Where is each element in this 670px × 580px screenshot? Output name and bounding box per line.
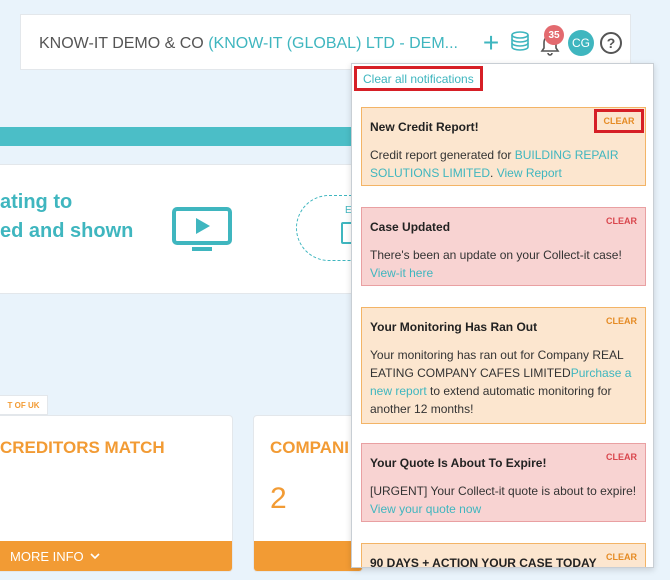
creditors-match-card: CREDITORS MATCH MORE INFO: [0, 415, 233, 572]
hero-text-line-1: ating to: [0, 191, 73, 213]
company-name-prefix: KNOW-IT DEMO & CO: [39, 35, 209, 52]
notification-count-badge: 35: [544, 25, 564, 45]
notification-item: CLEAR Case Updated There's been an updat…: [361, 207, 646, 286]
companies-card: COMPANI 2: [253, 415, 363, 572]
notification-title: Your Quote Is About To Expire!: [370, 456, 547, 470]
clear-notification-button[interactable]: CLEAR: [594, 109, 644, 133]
hero-text-line-2: ed and shown: [0, 220, 134, 242]
notification-text: .: [490, 166, 497, 180]
clear-notification-button[interactable]: CLEAR: [606, 552, 637, 562]
clear-all-notifications-link[interactable]: Clear all notifications: [354, 66, 483, 91]
header-actions: + 35 CG ?: [480, 25, 622, 59]
company-name-group: (KNOW-IT (GLOBAL) LTD - DEM...: [208, 35, 458, 52]
clear-notification-button[interactable]: CLEAR: [606, 216, 637, 226]
card-value: 2: [270, 482, 287, 515]
view-it-link[interactable]: View-it here: [370, 266, 433, 280]
region-tag: T OF UK: [0, 395, 48, 415]
video-play-icon[interactable]: [172, 207, 232, 258]
more-info-button[interactable]: MORE INFO: [0, 541, 232, 571]
notification-title: Case Updated: [370, 220, 451, 234]
user-avatar[interactable]: CG: [568, 30, 594, 56]
notification-item: CLEAR New Credit Report! Credit report g…: [361, 107, 646, 186]
clear-notification-button[interactable]: CLEAR: [606, 316, 637, 326]
notification-text: [URGENT] Your Collect-it quote is about …: [370, 484, 637, 498]
chevron-down-icon: [90, 553, 100, 560]
notification-body: [URGENT] Your Collect-it quote is about …: [370, 482, 637, 518]
card-footer[interactable]: [254, 541, 362, 571]
notification-item: CLEAR Your Monitoring Has Ran Out Your m…: [361, 307, 646, 424]
notifications-dropdown: Clear all notifications CLEAR New Credit…: [351, 63, 654, 568]
notification-body: Your monitoring has ran out for Company …: [370, 346, 637, 418]
notification-text: Credit report generated for: [370, 148, 515, 162]
notification-title: 90 DAYS + ACTION YOUR CASE TODAY: [370, 556, 597, 568]
coins-icon[interactable]: [508, 29, 532, 58]
notifications-button[interactable]: 35: [538, 25, 564, 57]
plus-icon[interactable]: +: [480, 29, 502, 57]
section-strip: [0, 127, 355, 146]
view-quote-link[interactable]: View your quote now: [370, 502, 481, 516]
notification-item: CLEAR Your Quote Is About To Expire! [UR…: [361, 443, 646, 522]
card-title: CREDITORS MATCH: [0, 438, 165, 457]
notification-body: Credit report generated for BUILDING REP…: [370, 146, 637, 182]
help-icon[interactable]: ?: [600, 32, 622, 54]
company-name[interactable]: KNOW-IT DEMO & CO (KNOW-IT (GLOBAL) LTD …: [39, 35, 458, 53]
clear-notification-button[interactable]: CLEAR: [606, 452, 637, 462]
company-header: KNOW-IT DEMO & CO (KNOW-IT (GLOBAL) LTD …: [20, 14, 631, 70]
notification-body: There's been an update on your Collect-i…: [370, 246, 637, 282]
notification-item: CLEAR 90 DAYS + ACTION YOUR CASE TODAY: [361, 543, 646, 568]
more-info-label: MORE INFO: [10, 548, 84, 564]
view-report-link[interactable]: View Report: [497, 166, 562, 180]
card-title: COMPANI: [270, 438, 350, 457]
hero-banner: ating to ed and shown E: [0, 164, 386, 294]
notification-text: There's been an update on your Collect-i…: [370, 248, 622, 262]
notification-title: Your Monitoring Has Ran Out: [370, 320, 538, 334]
